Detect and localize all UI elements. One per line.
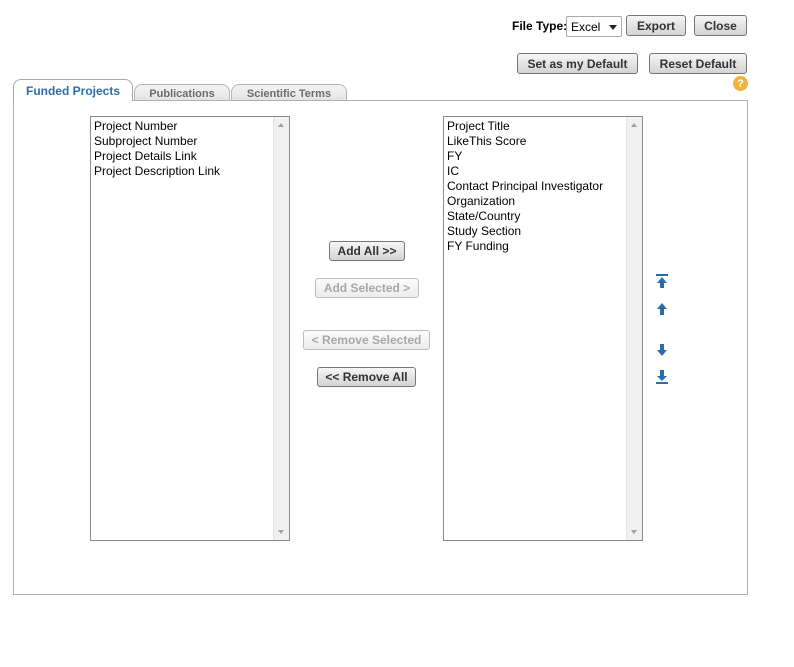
list-item[interactable]: Project Title [447, 119, 603, 134]
add-all-button[interactable]: Add All >> [329, 241, 405, 261]
chevron-down-icon [609, 25, 617, 30]
add-selected-button[interactable]: Add Selected > [315, 278, 419, 298]
list-item[interactable]: Study Section [447, 224, 603, 239]
list-item[interactable]: State/Country [447, 209, 603, 224]
remove-all-button[interactable]: << Remove All [317, 367, 416, 387]
list-item[interactable]: Organization [447, 194, 603, 209]
list-item[interactable]: Project Number [94, 119, 220, 134]
selected-fields-list[interactable]: Project Title LikeThis Score FY IC Conta… [443, 116, 643, 541]
scroll-up-icon[interactable] [278, 123, 284, 127]
list-item[interactable]: Contact Principal Investigator [447, 179, 603, 194]
list-item[interactable]: Project Details Link [94, 149, 220, 164]
list-item[interactable]: LikeThis Score [447, 134, 603, 149]
help-icon[interactable]: ? [733, 76, 748, 91]
move-top-icon[interactable] [655, 273, 669, 289]
list-item[interactable]: FY [447, 149, 603, 164]
scrollbar[interactable] [273, 117, 289, 540]
file-type-label: File Type: [512, 19, 568, 33]
list-item[interactable]: Subproject Number [94, 134, 220, 149]
move-up-icon[interactable] [655, 301, 669, 317]
close-button[interactable]: Close [694, 15, 747, 36]
move-down-icon[interactable] [655, 342, 669, 358]
file-type-select[interactable]: Excel [566, 16, 622, 37]
list-item[interactable]: IC [447, 164, 603, 179]
set-default-button[interactable]: Set as my Default [517, 53, 638, 74]
list-item[interactable]: Project Description Link [94, 164, 220, 179]
reset-default-button[interactable]: Reset Default [649, 53, 747, 74]
scrollbar[interactable] [626, 117, 642, 540]
export-button[interactable]: Export [626, 15, 686, 36]
file-type-value: Excel [571, 19, 601, 34]
list-item[interactable]: FY Funding [447, 239, 603, 254]
scroll-down-icon[interactable] [278, 530, 284, 534]
remove-selected-button[interactable]: < Remove Selected [303, 330, 430, 350]
move-bottom-icon[interactable] [655, 369, 669, 385]
tab-funded-projects[interactable]: Funded Projects [13, 79, 133, 101]
available-fields-list[interactable]: Project Number Subproject Number Project… [90, 116, 290, 541]
scroll-up-icon[interactable] [631, 123, 637, 127]
scroll-down-icon[interactable] [631, 530, 637, 534]
